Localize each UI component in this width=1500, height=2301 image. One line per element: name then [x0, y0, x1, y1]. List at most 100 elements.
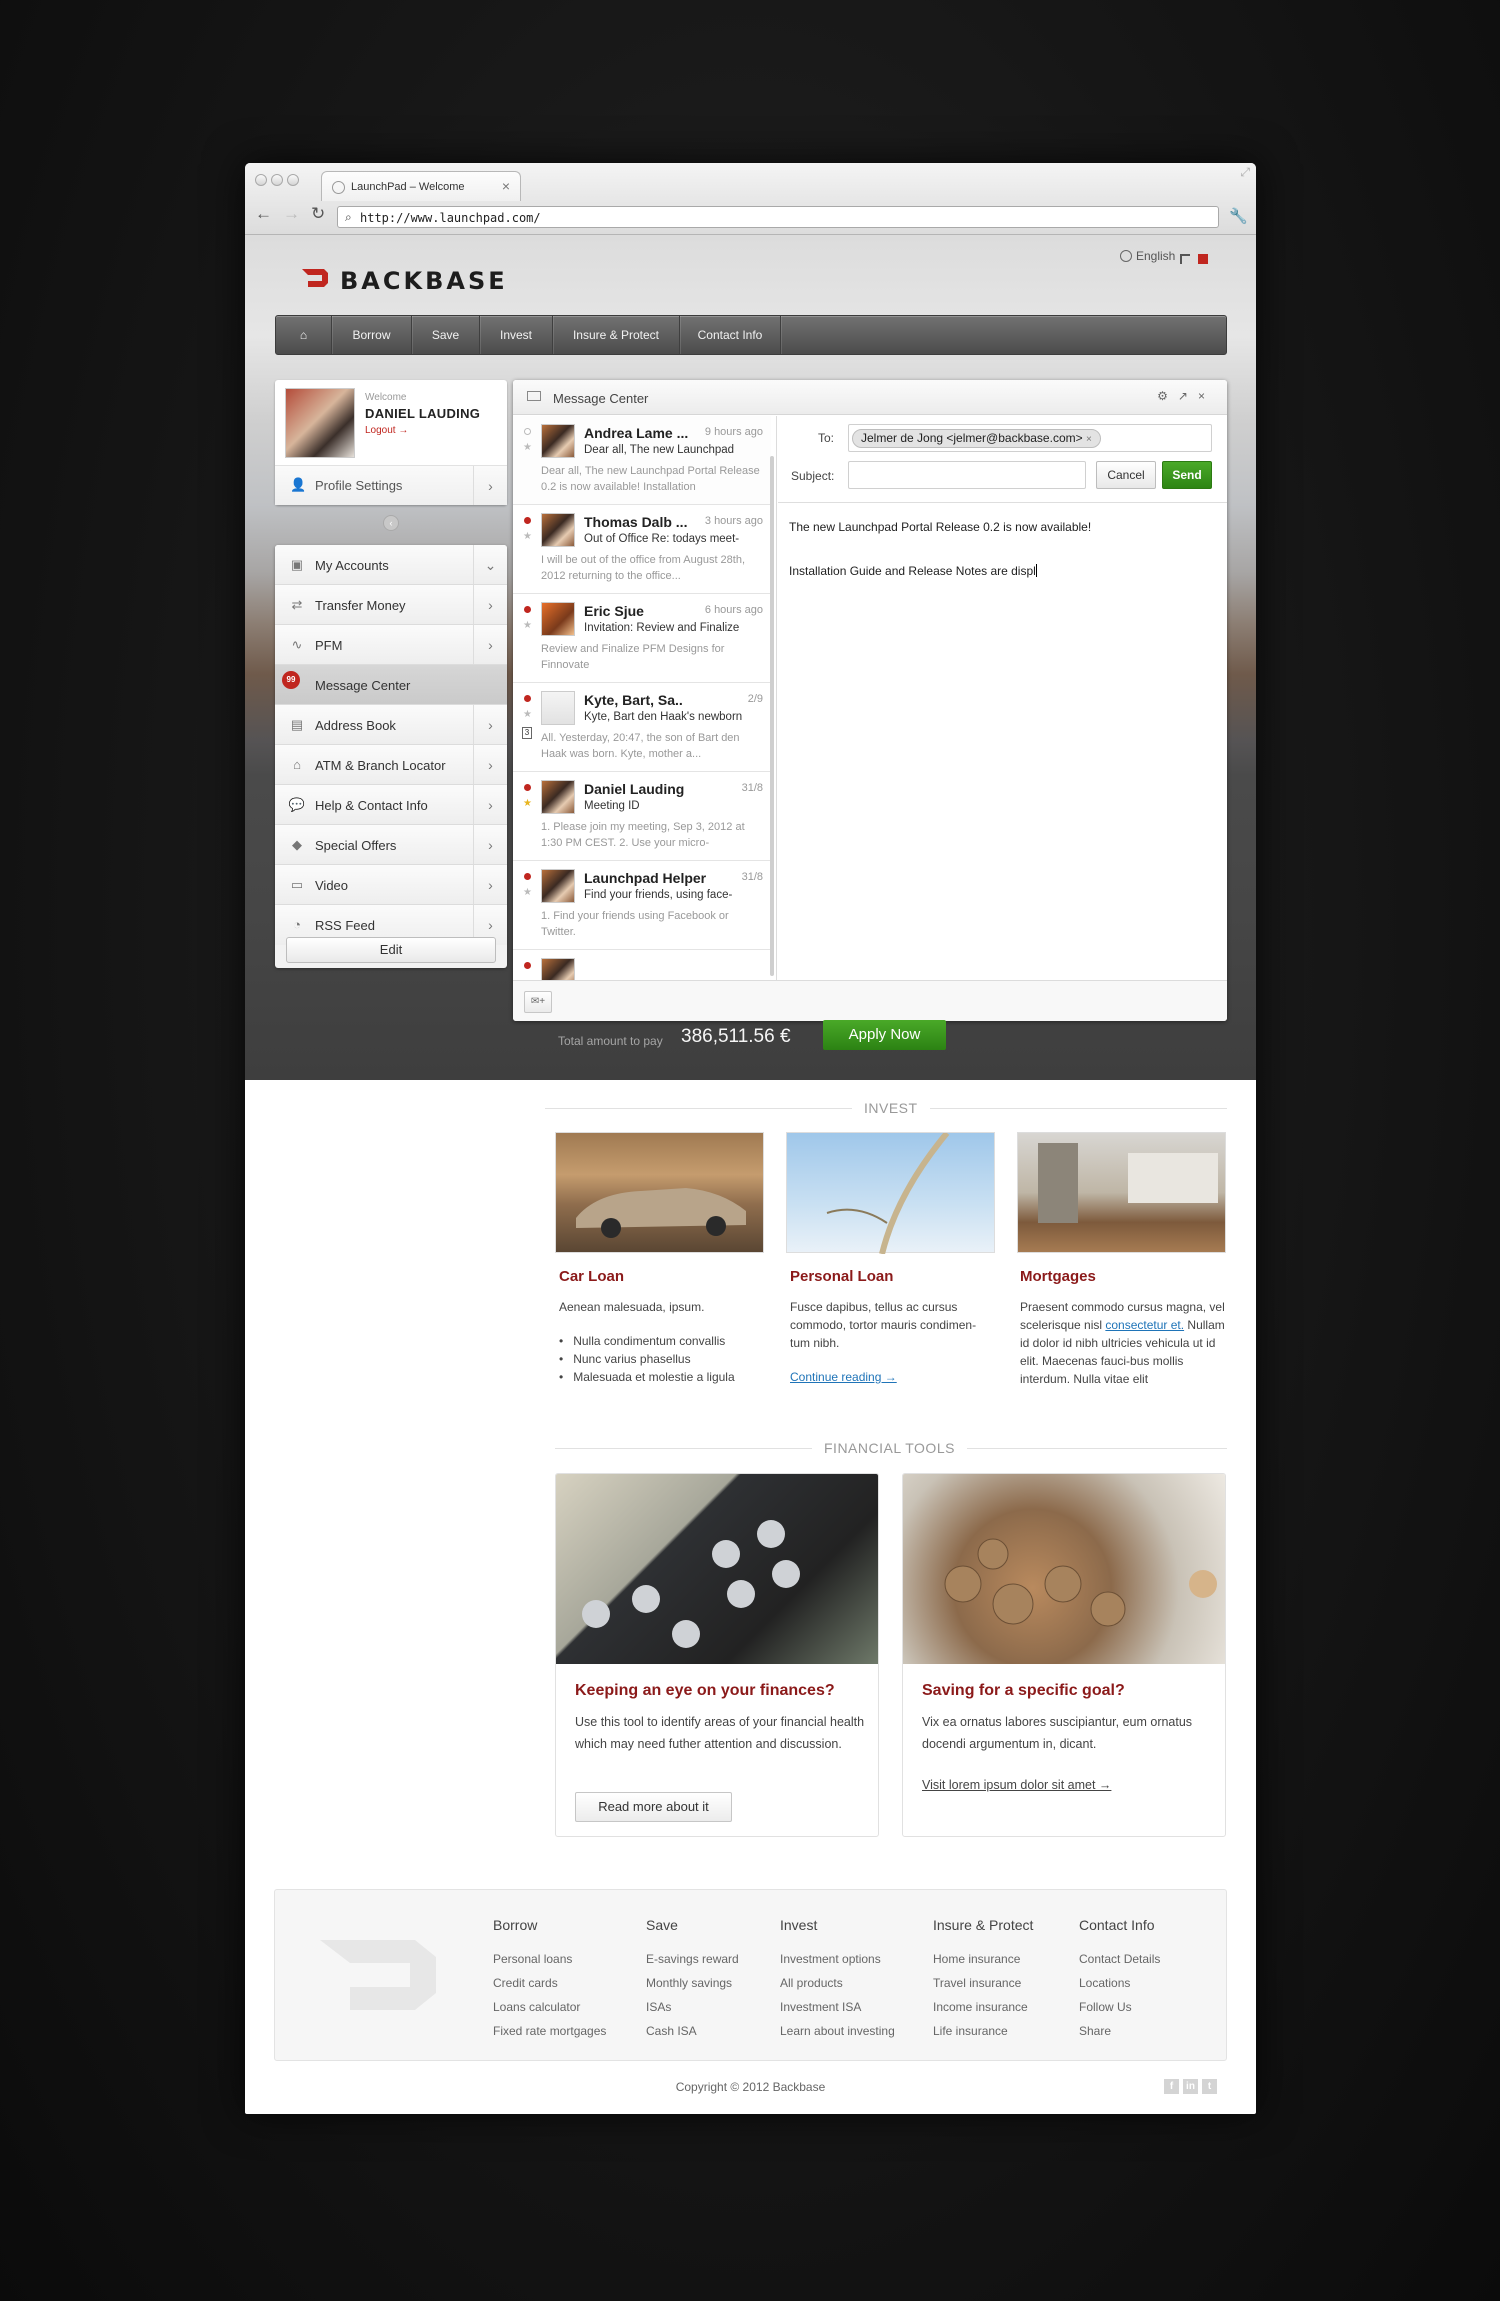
star-icon[interactable]: ★ — [523, 531, 532, 542]
footer-link[interactable]: E-savings reward — [646, 1952, 739, 1966]
footer-link[interactable]: Learn about investing — [780, 2024, 895, 2038]
window-zoom-button[interactable] — [287, 174, 299, 186]
nav-contact-info[interactable]: Contact Info — [680, 316, 781, 354]
fullscreen-icon[interactable]: ⤢ — [1240, 165, 1250, 180]
list-item[interactable]: ★ Thomas Dalb ... 3 hours ago Out of Off… — [513, 505, 771, 594]
nav-borrow[interactable]: Borrow — [332, 316, 412, 354]
list-item[interactable]: ★ Launchpad Helper 31/8 Find your friend… — [513, 861, 771, 950]
chevron-down-icon[interactable]: ⌄ — [473, 545, 507, 584]
send-button[interactable]: Send — [1162, 461, 1212, 489]
footer-link[interactable]: ISAs — [646, 2000, 671, 2014]
list-item-partial[interactable] — [513, 950, 771, 980]
nav-insure-protect[interactable]: Insure & Protect — [553, 316, 680, 354]
footer-link[interactable]: Life insurance — [933, 2024, 1008, 2038]
backbase-logo[interactable]: BACKBASE — [300, 267, 505, 295]
back-icon[interactable]: ← — [255, 205, 272, 223]
footer-link[interactable]: All products — [780, 1976, 843, 1990]
star-icon[interactable]: ★ — [523, 887, 532, 898]
car-loan-image[interactable] — [555, 1132, 764, 1253]
avatar[interactable] — [285, 388, 355, 458]
footer-link[interactable]: Locations — [1079, 1976, 1130, 1990]
footer-link[interactable]: Home insurance — [933, 1952, 1020, 1966]
star-icon[interactable]: ★ — [523, 442, 532, 453]
personal-loan-image[interactable] — [786, 1131, 995, 1255]
sidebar-item-help-contact[interactable]: 💬 Help & Contact Info › — [275, 785, 507, 825]
list-view-icon[interactable] — [1180, 254, 1190, 264]
card-title[interactable]: Mortgages — [1020, 1268, 1096, 1285]
expand-icon[interactable]: ↗ — [1178, 389, 1198, 403]
window-minimize-button[interactable] — [271, 174, 283, 186]
linkedin-icon[interactable]: in — [1183, 2079, 1198, 2094]
footer-link[interactable]: Share — [1079, 2024, 1111, 2038]
visit-link[interactable]: Visit lorem ipsum dolor sit amet → — [922, 1774, 1212, 1796]
scrollbar[interactable] — [770, 456, 774, 976]
footer-link[interactable]: Cash ISA — [646, 2024, 697, 2038]
continue-reading-link[interactable]: Continue reading → — [790, 1368, 995, 1386]
list-item[interactable]: ★ Andrea Lame ... 9 hours ago Dear all, … — [513, 416, 771, 505]
to-field[interactable]: Jelmer de Jong <jelmer@backbase.com> × — [848, 424, 1212, 452]
sidebar-item-pfm[interactable]: ∿ PFM › — [275, 625, 507, 665]
reload-icon[interactable]: ↻ — [311, 205, 325, 223]
gear-icon[interactable]: ⚙ — [1157, 389, 1178, 403]
logout-link[interactable]: Logout → — [365, 425, 408, 436]
consectetur-link[interactable]: consectetur et. — [1105, 1318, 1184, 1332]
grid-view-icon[interactable] — [1197, 254, 1208, 264]
window-close-button[interactable] — [255, 174, 267, 186]
star-icon[interactable]: ★ — [523, 620, 532, 631]
list-item[interactable]: ★ Daniel Lauding 31/8 Meeting ID 1. Plea… — [513, 772, 771, 861]
wrench-icon[interactable]: 🔧 — [1229, 207, 1248, 225]
tool-title[interactable]: Saving for a specific goal? — [922, 1682, 1125, 1700]
subject-field[interactable] — [848, 461, 1086, 489]
nav-invest[interactable]: Invest — [480, 316, 553, 354]
remove-recipient-icon[interactable]: × — [1086, 434, 1092, 445]
language-selector[interactable]: English — [1120, 249, 1175, 263]
sidebar-item-transfer-money[interactable]: ⇄ Transfer Money › — [275, 585, 507, 625]
sidebar-item-message-center[interactable]: 99 Message Center — [275, 665, 507, 705]
address-bar[interactable]: ⌕ http://www.launchpad.com/ — [337, 206, 1219, 228]
footer-link[interactable]: Personal loans — [493, 1952, 572, 1966]
apply-now-button[interactable]: Apply Now — [823, 1020, 946, 1050]
footer-link[interactable]: Loans calculator — [493, 2000, 580, 2014]
forward-icon[interactable]: → — [283, 205, 300, 223]
sidebar-item-atm-branch-locator[interactable]: ⌂ ATM & Branch Locator › — [275, 745, 507, 785]
edit-button[interactable]: Edit — [286, 937, 496, 963]
card-title[interactable]: Personal Loan — [790, 1268, 893, 1285]
profile-settings-button[interactable]: 👤 Profile Settings › — [275, 465, 507, 505]
facebook-icon[interactable]: f — [1164, 2079, 1179, 2094]
mortgages-image[interactable] — [1017, 1132, 1226, 1253]
new-message-icon[interactable]: ✉+ — [524, 991, 552, 1013]
sidebar-item-video[interactable]: ▭ Video › — [275, 865, 507, 905]
footer-link[interactable]: Follow Us — [1079, 2000, 1132, 2014]
sidebar-item-special-offers[interactable]: ◆ Special Offers › — [275, 825, 507, 865]
footer-link[interactable]: Investment ISA — [780, 2000, 861, 2014]
tool-title[interactable]: Keeping an eye on your finances? — [575, 1682, 835, 1700]
list-item[interactable]: ★ Eric Sjue 6 hours ago Invitation: Revi… — [513, 594, 771, 683]
recipient-chip[interactable]: Jelmer de Jong <jelmer@backbase.com> × — [852, 429, 1101, 448]
sidebar-item-address-book[interactable]: ▤ Address Book › — [275, 705, 507, 745]
cancel-button[interactable]: Cancel — [1096, 461, 1156, 489]
footer-link[interactable]: Investment options — [780, 1952, 881, 1966]
home-icon[interactable]: ⌂ — [276, 316, 332, 354]
footer-link[interactable]: Travel insurance — [933, 1976, 1021, 1990]
twitter-icon[interactable]: t — [1202, 2079, 1217, 2094]
collapse-toggle-icon[interactable]: ‹ — [383, 515, 399, 531]
footer-link[interactable]: Fixed rate mortgages — [493, 2024, 606, 2038]
star-icon[interactable]: ★ — [523, 709, 532, 720]
browser-tab[interactable]: LaunchPad – Welcome × — [321, 171, 521, 201]
card-title[interactable]: Car Loan — [559, 1268, 624, 1285]
list-item[interactable]: ★ 3 Kyte, Bart, Sa.. 2/9 Kyte, Bart den … — [513, 683, 771, 772]
sidebar-item-my-accounts[interactable]: ▣ My Accounts ⌄ — [275, 545, 507, 585]
sidebar-menu: ▣ My Accounts ⌄ ⇄ Transfer Money › ∿ PFM… — [275, 545, 507, 968]
star-icon[interactable]: ★ — [523, 798, 532, 809]
message-body-line[interactable]: The new Launchpad Portal Release 0.2 is … — [789, 520, 1091, 534]
nav-save[interactable]: Save — [412, 316, 480, 354]
close-icon[interactable]: × — [1198, 389, 1215, 403]
footer-link[interactable]: Income insurance — [933, 2000, 1028, 2014]
footer-link[interactable]: Monthly savings — [646, 1976, 732, 1990]
footer-link[interactable]: Contact Details — [1079, 1952, 1160, 1966]
close-tab-icon[interactable]: × — [502, 178, 510, 194]
read-more-button[interactable]: Read more about it — [575, 1792, 732, 1822]
message-body-line[interactable]: Installation Guide and Release Notes are… — [789, 564, 1037, 578]
footer-link[interactable]: Credit cards — [493, 1976, 558, 1990]
chevron-right-icon: › — [473, 865, 507, 904]
